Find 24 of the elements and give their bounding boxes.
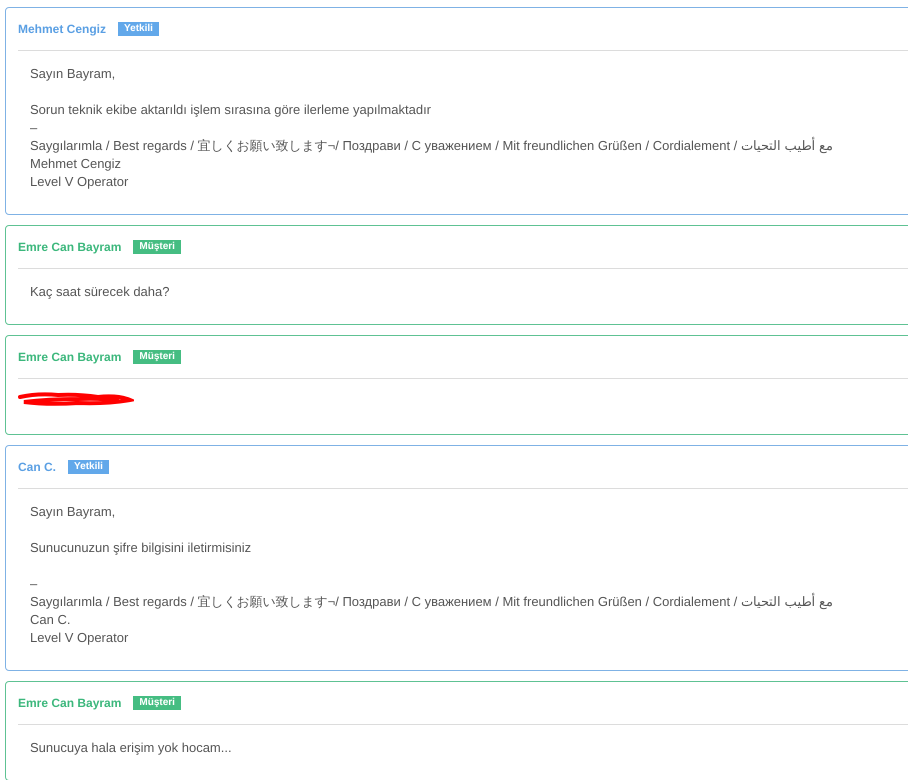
role-badge: Yetkili: [118, 22, 159, 36]
role-badge: Yetkili: [68, 460, 109, 474]
author-name: Emre Can Bayram: [18, 349, 122, 366]
message-text: –: [30, 119, 38, 137]
message-text: Sayın Bayram,: [30, 503, 116, 521]
role-badge: Müşteri: [133, 240, 181, 254]
message-text: Sunucunuzun şifre bilgisini iletirmisiniz: [30, 539, 252, 557]
message-text: Sayın Bayram,: [30, 65, 116, 83]
author-name: Can C.: [18, 459, 56, 476]
author-name: Emre Can Bayram: [18, 695, 122, 712]
message-text: Sorun teknik ekibe aktarıldı işlem sırasına göre ilerleme yapılmaktadır: [30, 101, 432, 119]
author-name: Mehmet Cengiz: [18, 21, 106, 38]
message-text: Saygılarımla / Best regards / 宜しくお願い致します¬/ Поздрави / С уважением / Mit freundlichen Grüßen / Cordialement / مع أطيب التحيات: [30, 593, 834, 611]
author-name: Emre Can Bayram: [18, 239, 122, 256]
message-text: Level V Operator: [30, 173, 128, 191]
role-badge: Müşteri: [133, 350, 181, 364]
message-text: Can C.: [30, 611, 70, 629]
message-text: –: [30, 575, 38, 593]
message-text: Kaç saat sürecek daha?: [30, 283, 170, 301]
message-text: Mehmet Cengiz: [30, 155, 122, 173]
message-text: Sunucuya hala erişim yok hocam...: [30, 739, 232, 757]
message-text: Saygılarımla / Best regards / 宜しくお願い致します¬/ Поздрави / С уважением / Mit freundlichen Grüßen / Cordialement / مع أطيب التحيات: [30, 137, 834, 155]
role-badge: Müşteri: [133, 696, 181, 710]
message-text: Level V Operator: [30, 629, 128, 647]
